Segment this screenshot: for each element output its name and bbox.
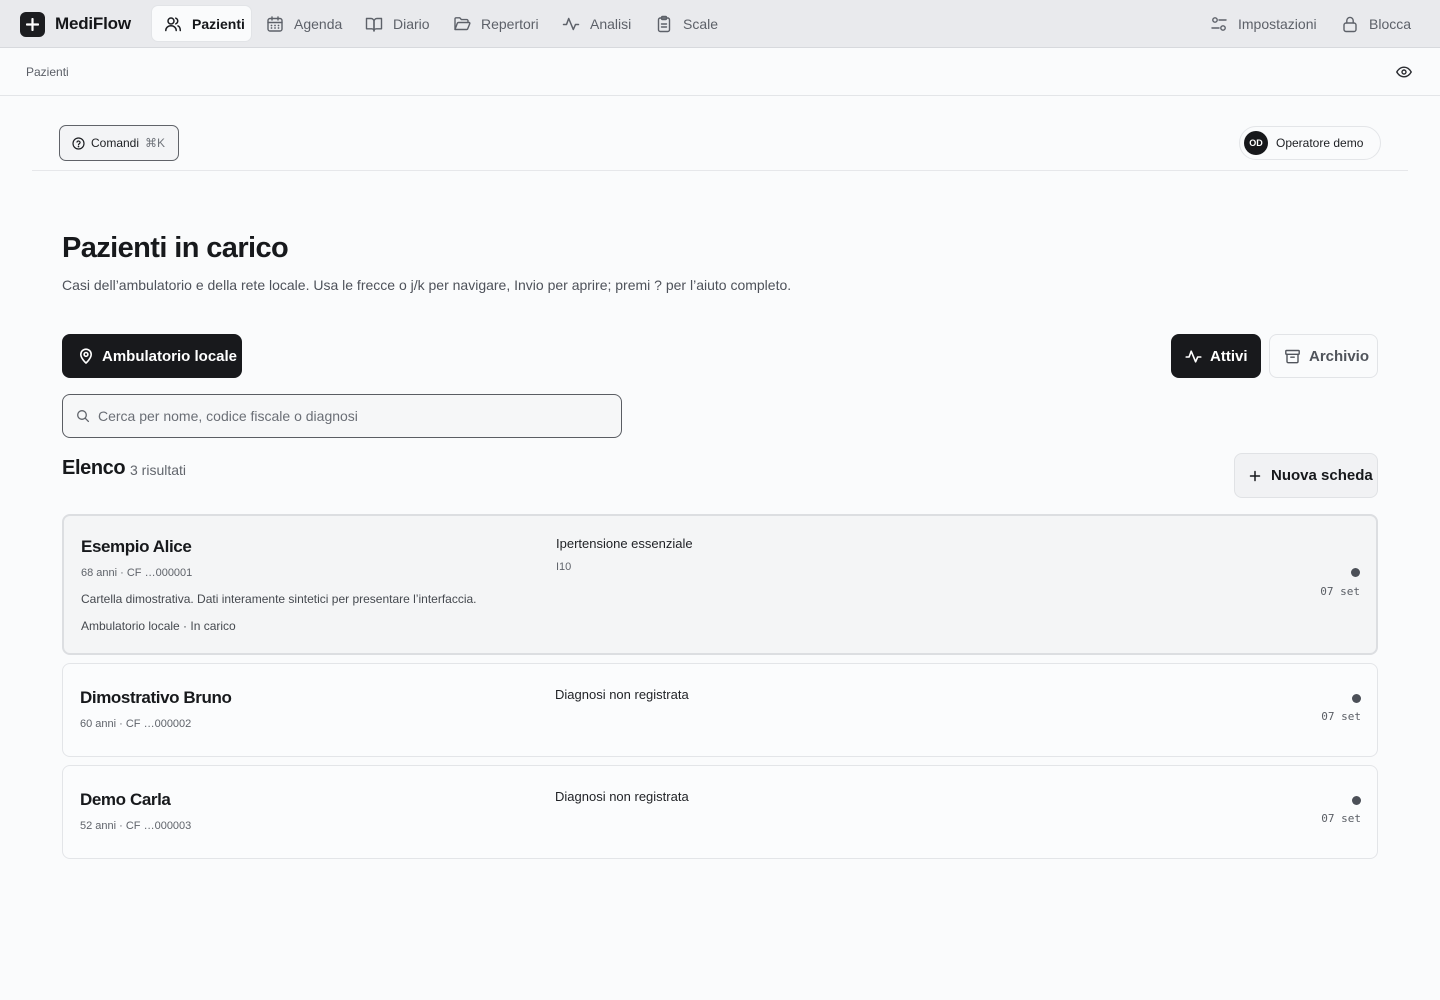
active-filter-button[interactable]: Attivi: [1171, 334, 1261, 378]
map-pin-icon: [78, 348, 94, 364]
nav-item-repertori[interactable]: Repertori: [441, 6, 551, 41]
patient-card[interactable]: Demo Carla 52 anni · CF …000003 Diagnosi…: [62, 765, 1378, 859]
patient-meta: 68 anni · CF …000001: [81, 567, 193, 579]
nav-item-analisi[interactable]: Analisi: [550, 6, 643, 41]
patient-meta: 52 anni · CF …000003: [80, 820, 192, 832]
settings-label: Impostazioni: [1238, 15, 1317, 32]
search-icon: [76, 409, 90, 423]
patient-diagnosis: Ipertensione essenziale: [556, 536, 693, 551]
result-count: 3 risultati: [130, 462, 187, 478]
location-filter-button[interactable]: Ambulatorio locale: [62, 334, 242, 378]
patient-card[interactable]: Esempio Alice 68 anni · CF …000001 Carte…: [62, 514, 1378, 655]
top-navigation: MediFlow Pazienti Agenda Diario Repertor…: [0, 0, 1440, 48]
patient-name: Dimostrativo Bruno: [80, 688, 232, 707]
avatar: OD: [1244, 131, 1268, 155]
activity-icon: [1185, 348, 1202, 365]
page-subtitle: Casi dell’ambulatorio e della rete local…: [62, 277, 792, 293]
archive-filter-button[interactable]: Archivio: [1269, 334, 1378, 378]
active-label: Attivi: [1210, 347, 1248, 365]
page-title: Pazienti in carico: [62, 232, 289, 264]
plus-logo-icon: [20, 11, 45, 37]
patient-date: 07 set: [1321, 812, 1361, 825]
location-label: Ambulatorio locale: [102, 347, 238, 365]
lock-icon: [1341, 15, 1359, 33]
archive-label: Archivio: [1309, 347, 1370, 365]
plus-icon: [1249, 470, 1261, 482]
nav-label: Agenda: [294, 15, 343, 32]
patient-meta: 60 anni · CF …000002: [80, 718, 192, 730]
book-icon: [365, 15, 383, 33]
diagnosis-code: I10: [556, 561, 572, 573]
eye-icon[interactable]: [1395, 64, 1413, 80]
nav-item-blocca[interactable]: Blocca: [1329, 6, 1423, 41]
new-record-button[interactable]: Nuova scheda: [1234, 453, 1378, 498]
archive-icon: [1284, 348, 1301, 365]
search-field[interactable]: [62, 394, 622, 438]
users-icon: [164, 15, 182, 33]
patient-name: Demo Carla: [80, 790, 171, 809]
command-shortcut: ⌘K: [145, 136, 166, 150]
user-name: Operatore demo: [1276, 136, 1364, 150]
nav-label: Scale: [683, 15, 719, 32]
patient-note: Cartella dimostrativa. Dati interamente …: [81, 592, 477, 606]
list-title: Elenco: [62, 457, 126, 479]
patient-diagnosis: Diagnosi non registrata: [555, 687, 689, 702]
sliders-icon: [1210, 15, 1228, 33]
status-dot: [1352, 694, 1361, 703]
nav-label: Diario: [393, 15, 430, 32]
nav-item-agenda[interactable]: Agenda: [254, 6, 354, 41]
command-label: Comandi: [91, 136, 140, 150]
app-name: MediFlow: [55, 14, 131, 33]
patient-date: 07 set: [1320, 585, 1360, 598]
search-input[interactable]: [98, 401, 598, 431]
patient-location: Ambulatorio locale · In carico: [81, 619, 236, 633]
nav-label: Analisi: [590, 15, 632, 32]
lock-label: Blocca: [1369, 15, 1412, 32]
nav-label: Pazienti: [192, 15, 245, 32]
clipboard-icon: [655, 15, 673, 33]
patient-diagnosis: Diagnosi non registrata: [555, 789, 689, 804]
command-palette-button[interactable]: Comandi ⌘K: [59, 125, 179, 161]
nav-item-scale[interactable]: Scale: [643, 6, 730, 41]
patient-date: 07 set: [1321, 710, 1361, 723]
folder-open-icon: [453, 15, 471, 33]
new-record-label: Nuova scheda: [1271, 467, 1373, 484]
header-divider: [32, 170, 1408, 171]
nav-item-pazienti[interactable]: Pazienti: [152, 6, 251, 41]
activity-icon: [562, 15, 580, 33]
breadcrumb[interactable]: Pazienti: [26, 65, 69, 79]
nav-item-diario[interactable]: Diario: [353, 6, 442, 41]
user-menu[interactable]: OD Operatore demo: [1239, 126, 1381, 160]
status-dot: [1351, 568, 1360, 577]
breadcrumb-bar: Pazienti: [0, 48, 1440, 96]
patient-name: Esempio Alice: [81, 537, 192, 556]
help-circle-icon: [72, 136, 85, 150]
brand[interactable]: MediFlow: [20, 11, 131, 37]
calendar-icon: [266, 15, 284, 33]
nav-item-impostazioni[interactable]: Impostazioni: [1198, 6, 1329, 41]
patient-card[interactable]: Dimostrativo Bruno 60 anni · CF …000002 …: [62, 663, 1378, 757]
status-dot: [1352, 796, 1361, 805]
nav-label: Repertori: [481, 15, 539, 32]
